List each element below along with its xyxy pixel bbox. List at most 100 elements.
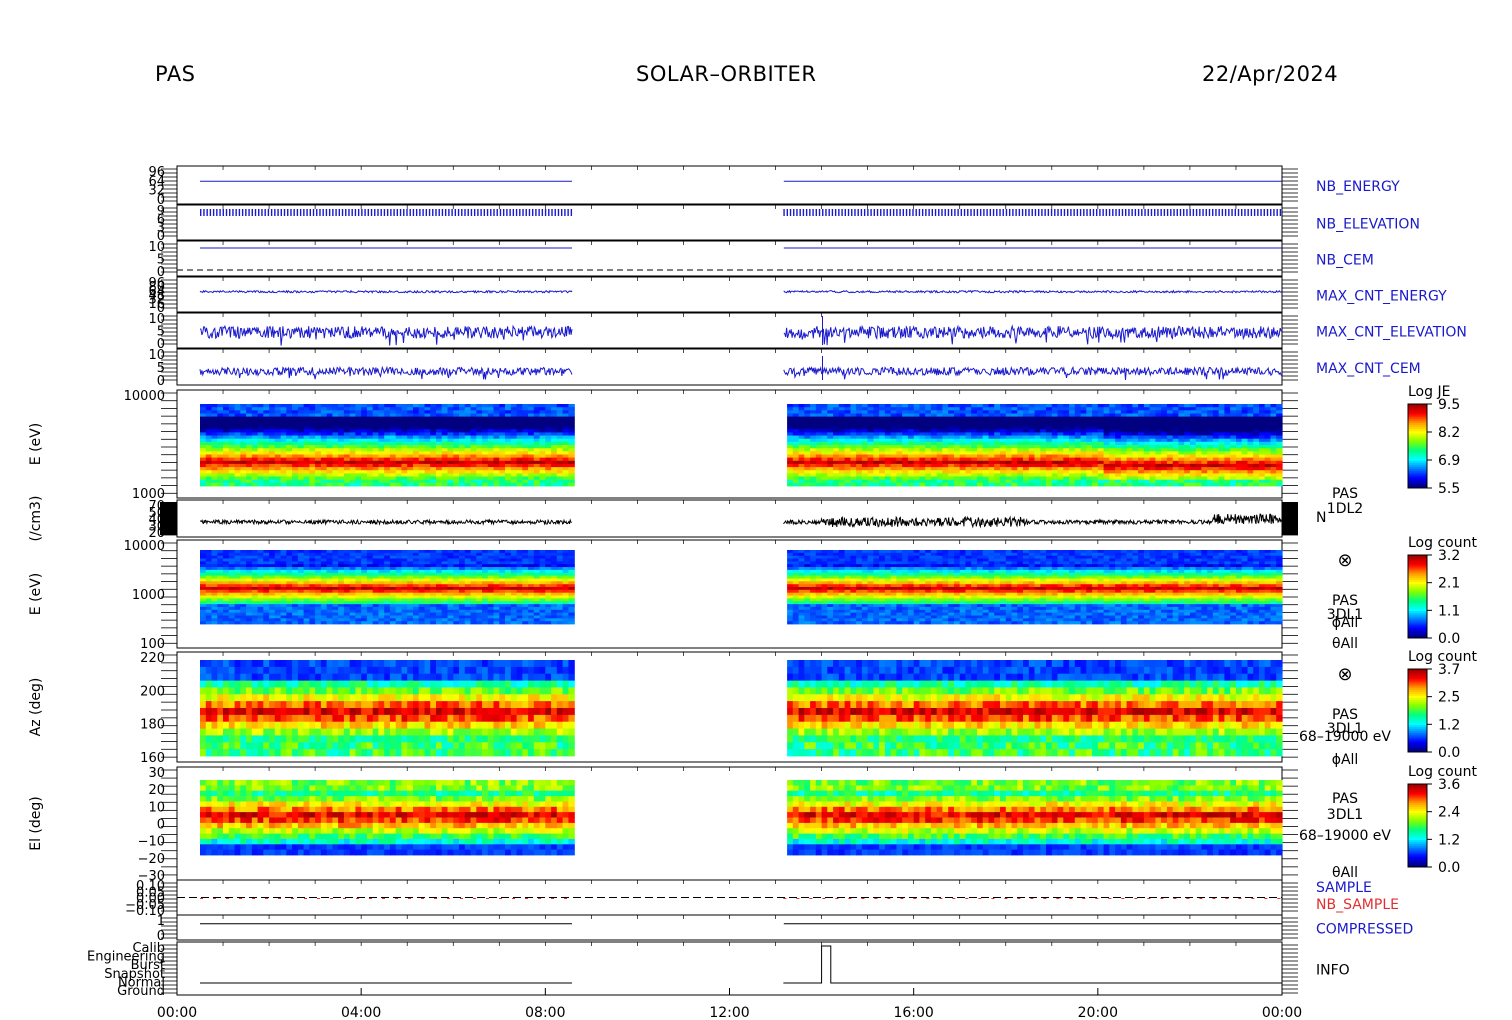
spec-cell <box>395 473 403 477</box>
spec-cell <box>942 422 949 427</box>
spec-cell <box>1149 448 1156 452</box>
spec-cell <box>1178 473 1185 477</box>
spec-cell <box>1172 460 1180 465</box>
spec-cell <box>205 457 213 462</box>
spec-cell <box>1017 407 1024 411</box>
spec-cell <box>1028 432 1036 436</box>
panel-label: COMPRESSED <box>1316 922 1413 938</box>
spec-cell <box>499 413 506 418</box>
spec-cell <box>274 445 282 449</box>
spec-cell <box>516 467 523 471</box>
spec-cell <box>505 426 512 430</box>
spec-cell <box>930 441 938 446</box>
elevation-comb <box>1208 209 1211 216</box>
spec-cell <box>1184 407 1191 411</box>
spec-cell <box>274 419 282 424</box>
spec-cell <box>1057 419 1064 424</box>
spec-cell <box>1138 448 1145 452</box>
spec-cell <box>257 410 264 414</box>
spec-cell <box>1011 479 1018 484</box>
spec-cell <box>217 429 224 433</box>
spec-cell <box>263 473 270 477</box>
spec-cell <box>499 407 506 411</box>
elevation-comb <box>1195 209 1198 216</box>
spec-cell <box>286 460 293 465</box>
spec-cell <box>1138 416 1145 421</box>
spec-cell <box>977 482 984 487</box>
spec-cell <box>487 410 495 414</box>
spec-cell <box>343 460 351 465</box>
spec-cell <box>1166 419 1174 424</box>
spec-cell <box>234 407 241 411</box>
spec-cell <box>1005 454 1013 459</box>
spec-cell <box>315 476 322 481</box>
spec-cell <box>476 457 483 462</box>
spec-cell <box>1005 407 1013 411</box>
spec-cell <box>424 467 431 471</box>
spec-cell <box>994 482 1001 487</box>
spec-cell <box>1172 441 1180 446</box>
spec-cell <box>850 441 857 446</box>
spec-cell <box>1247 419 1254 424</box>
elevation-comb <box>370 209 373 216</box>
spec-cell <box>954 482 961 487</box>
spec-cell <box>1241 467 1249 471</box>
spec-cell <box>994 457 1001 462</box>
spec-cell <box>1120 482 1128 487</box>
spec-cell <box>1143 416 1151 421</box>
spec-cell <box>1046 463 1053 468</box>
spec-cell <box>821 476 828 481</box>
spec-cell <box>804 419 811 424</box>
spec-cell <box>1189 445 1197 449</box>
spec-cell <box>413 404 420 408</box>
spec-cell <box>1017 435 1024 440</box>
spec-cell <box>533 432 541 436</box>
elevation-comb <box>841 209 843 216</box>
spec-cell <box>982 451 990 455</box>
spec-cell <box>315 404 322 408</box>
spec-cell <box>988 470 995 474</box>
spec-cell <box>315 410 322 414</box>
spec-cell <box>1212 413 1220 418</box>
spec-cell <box>884 419 892 424</box>
spec-cell <box>1230 451 1237 455</box>
spec-cell <box>372 438 380 443</box>
spec-cell <box>418 429 426 433</box>
spec-cell <box>850 432 857 436</box>
spec-cell <box>1172 482 1180 487</box>
spec-cell <box>436 407 443 411</box>
spec-cell <box>315 432 322 436</box>
spec-cell <box>453 448 460 452</box>
spec-cell <box>1126 410 1133 414</box>
panel-label: NB_ELEVATION <box>1316 217 1420 233</box>
spec-cell <box>1241 432 1249 436</box>
spec-cell <box>861 463 869 468</box>
spec-cell <box>971 404 978 408</box>
spec-cell <box>389 473 397 477</box>
spec-cell <box>205 422 213 427</box>
spec-cell <box>977 470 984 474</box>
spec-cell <box>516 482 523 487</box>
spec-cell <box>516 419 523 424</box>
spec-cell <box>890 422 897 427</box>
spec-cell <box>833 457 840 462</box>
spec-cell <box>395 410 403 414</box>
spec-cell <box>1074 438 1082 443</box>
spec-cell <box>1218 467 1226 471</box>
spec-cell <box>1005 467 1013 471</box>
elevation-comb <box>1083 209 1085 216</box>
spec-cell <box>1051 451 1059 455</box>
spec-cell <box>1247 404 1254 408</box>
spec-cell <box>568 470 575 474</box>
spec-cell <box>1212 404 1220 408</box>
spec-cell <box>815 460 823 465</box>
spec-cell <box>257 463 264 468</box>
spec-cell <box>815 407 823 411</box>
spec-cell <box>1207 407 1214 411</box>
spec-cell <box>810 419 817 424</box>
spec-cell <box>815 422 823 427</box>
spec-cell <box>1097 460 1105 465</box>
spec-cell <box>815 416 823 421</box>
spec-cell <box>896 429 903 433</box>
spec-cell <box>867 413 874 418</box>
